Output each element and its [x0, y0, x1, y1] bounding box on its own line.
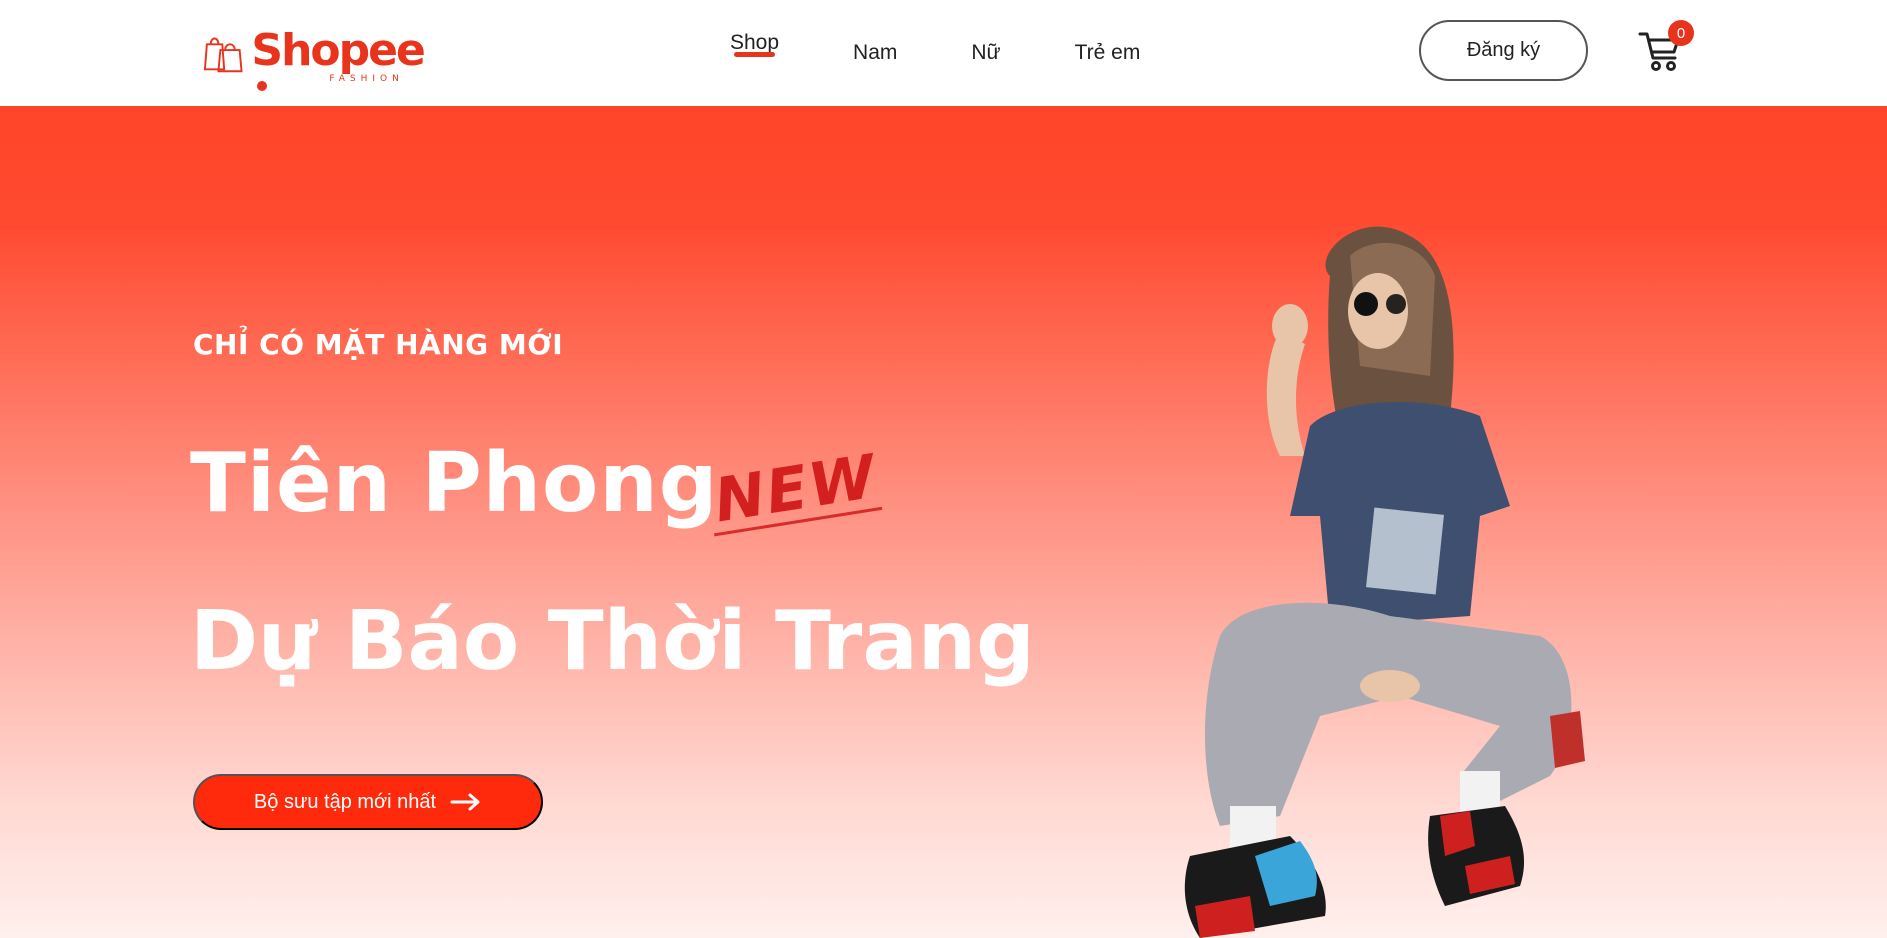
brand-wordmark: Shopee FASHION	[251, 26, 433, 95]
nav-item-label: Nữ	[971, 41, 1001, 64]
nav-item-label: Nam	[853, 41, 898, 64]
shopping-bags-icon	[203, 37, 243, 73]
hero-model-image	[1184, 226, 1585, 938]
brand-logo[interactable]: Shopee FASHION	[203, 26, 433, 91]
cart-button[interactable]: 0	[1638, 20, 1694, 72]
nav-item-shop[interactable]: Shop	[730, 0, 779, 96]
hero-headline-line2: Dự Báo Thời Trang	[190, 594, 1035, 689]
cta-label: Bộ sưu tập mới nhất	[253, 790, 437, 813]
main-nav: Shop Nam Nữ Trẻ em	[730, 0, 1140, 106]
header: Shopee FASHION Shop Nam Nữ Trẻ em Đăng k…	[0, 0, 1887, 106]
brand-subtitle: FASHION	[329, 74, 404, 84]
signup-button[interactable]: Đăng ký	[1419, 20, 1588, 81]
nav-item-tre-em[interactable]: Trẻ em	[1075, 0, 1141, 106]
new-stamp: NEW	[710, 442, 883, 536]
cart-count-badge: 0	[1668, 20, 1694, 46]
nav-item-label: Trẻ em	[1074, 41, 1141, 64]
hero-banner: CHỈ CÓ MẶT HÀNG MỚI Tiên Phong NEW Dự Bá…	[0, 106, 1887, 938]
nav-item-nam[interactable]: Nam	[853, 0, 897, 106]
brand-name: Shopee	[251, 25, 425, 76]
active-indicator	[734, 52, 776, 57]
hero-eyebrow: CHỈ CÓ MẶT HÀNG MỚI	[193, 328, 564, 361]
hero-headline-line1: Tiên Phong	[190, 436, 719, 531]
brand-dot	[257, 81, 268, 91]
arrow-right-icon	[450, 793, 480, 811]
nav-item-nu[interactable]: Nữ	[971, 0, 1000, 106]
new-collection-button[interactable]: Bộ sưu tập mới nhất	[193, 774, 543, 830]
